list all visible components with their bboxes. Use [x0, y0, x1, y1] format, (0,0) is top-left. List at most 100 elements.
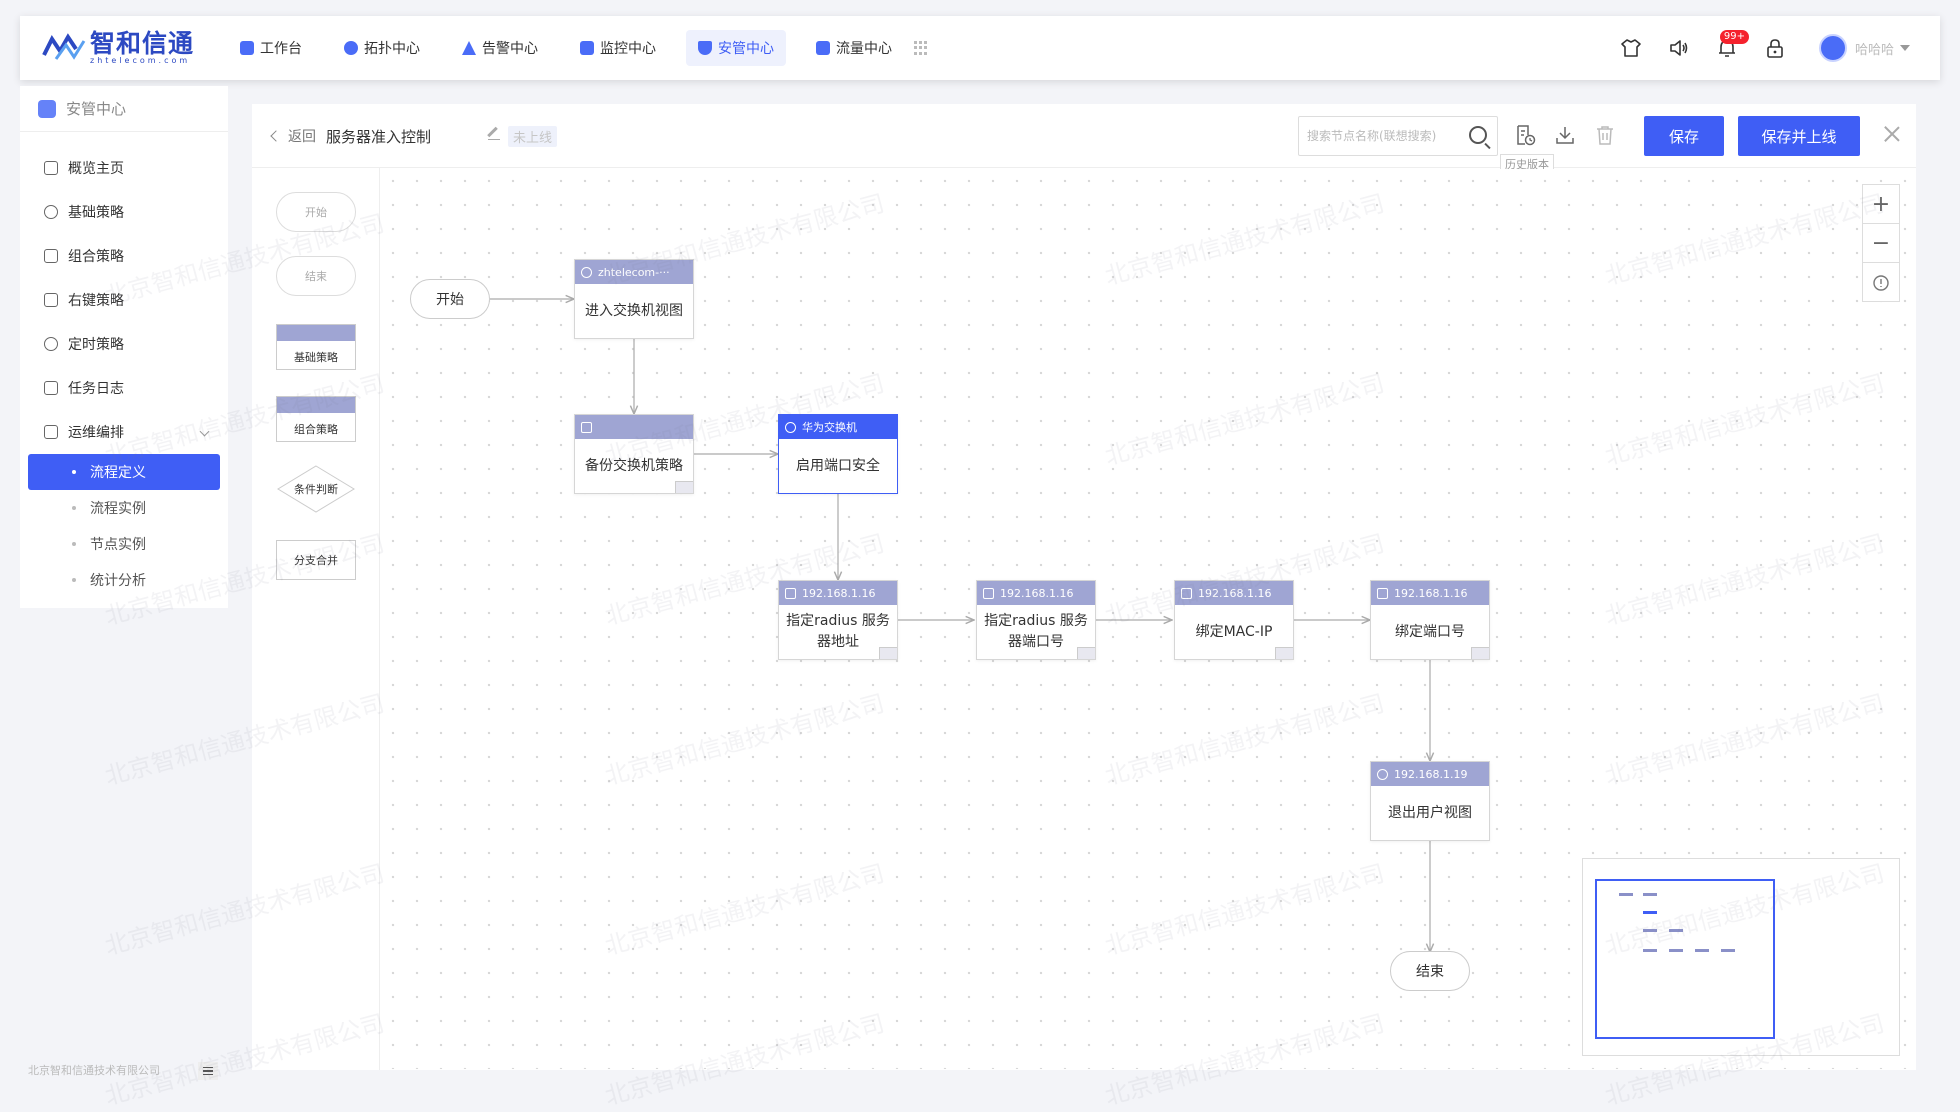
sidebar-item-task-log[interactable]: 任务日志: [20, 366, 228, 410]
node-corner: [1471, 647, 1489, 659]
palette-condition[interactable]: 条件判断: [276, 464, 356, 514]
flow-node[interactable]: 备份交换机策略: [574, 414, 694, 494]
flow-node[interactable]: zhtelecom-··· 进入交换机视图: [574, 259, 694, 339]
sidebar-title: 安管中心: [66, 100, 127, 118]
status-badge: 未上线: [508, 126, 558, 147]
search-icon[interactable]: [1469, 126, 1487, 144]
logo-text: 智和信通: [90, 29, 195, 58]
node-head-label: 192.168.1.16: [802, 586, 876, 600]
chevron-left-icon: [270, 130, 282, 142]
nav-label: 工作台: [260, 41, 302, 57]
bullet-icon: [72, 506, 76, 510]
bell-icon[interactable]: 99+: [1709, 30, 1749, 66]
sidebar-item-basic-policy[interactable]: 基础策略: [20, 190, 228, 234]
sidebar-subitem-process-definition[interactable]: 流程定义: [28, 454, 220, 490]
flow-node[interactable]: 192.168.1.16 指定radius 服务器地址: [778, 580, 898, 660]
sidebar-item-combo-policy[interactable]: 组合策略: [20, 234, 228, 278]
search-input[interactable]: [1307, 129, 1467, 143]
save-and-publish-button[interactable]: 保存并上线: [1738, 116, 1860, 156]
nav-label: 流量中心: [836, 41, 892, 57]
clock-icon: [44, 337, 58, 351]
sidebar-item-label: 运维编排: [68, 425, 124, 441]
node-head-label: 192.168.1.16: [1198, 586, 1272, 600]
sidebar-subitem-statistics[interactable]: 统计分析: [28, 562, 220, 598]
close-icon[interactable]: [1882, 124, 1902, 144]
sidebar-item-right-click-policy[interactable]: 右键策略: [20, 278, 228, 322]
zoom-in-icon[interactable]: +: [1863, 185, 1899, 224]
grid-icon: [1181, 587, 1192, 599]
grid-icon: [983, 587, 994, 599]
node-label: 启用端口安全: [796, 457, 880, 474]
gear-icon: [277, 325, 355, 341]
chevron-down-icon: [199, 426, 210, 437]
palette-start[interactable]: 开始: [276, 192, 356, 232]
zoom-controls: + −: [1862, 184, 1900, 302]
download-icon[interactable]: [1554, 124, 1576, 146]
user-menu[interactable]: 哈哈哈: [1818, 34, 1910, 62]
username: 哈哈哈: [1854, 42, 1894, 58]
node-corner: [1275, 647, 1293, 659]
logo[interactable]: 智和信通 zhtelecom.com: [42, 30, 194, 66]
flow-node-selected[interactable]: 华为交换机 启用端口安全: [778, 414, 898, 494]
shield-icon: [698, 41, 712, 55]
flow-end-node[interactable]: 结束: [1390, 951, 1470, 991]
node-palette: 开始 结束 基础策略 组合策略 条件判断 分支合并: [252, 168, 380, 1070]
nav-label: 拓扑中心: [364, 41, 420, 57]
nav-monitor[interactable]: 监控中心: [568, 30, 668, 66]
pencil-icon[interactable]: [488, 128, 500, 140]
sidebar-item-orchestration[interactable]: 运维编排: [20, 410, 228, 454]
nav-alarm[interactable]: 告警中心: [450, 30, 550, 66]
trash-icon[interactable]: [1594, 124, 1616, 146]
palette-label: 组合策略: [294, 423, 338, 436]
palette-branch-merge[interactable]: 分支合并: [276, 540, 356, 580]
topology-icon: [344, 41, 358, 55]
minimap-node: [1643, 929, 1657, 932]
nav-label: 安管中心: [718, 41, 774, 57]
alarm-icon: [462, 41, 476, 55]
zoom-out-icon[interactable]: −: [1863, 224, 1899, 263]
minimap-node: [1643, 911, 1657, 914]
nav-security[interactable]: 安管中心: [686, 30, 786, 66]
grid-icon: [581, 421, 592, 433]
node-head-label: 192.168.1.16: [1000, 586, 1074, 600]
sidebar-item-overview[interactable]: 概览主页: [20, 146, 228, 190]
palette-combo-policy[interactable]: 组合策略: [276, 396, 356, 442]
shirt-icon[interactable]: [1613, 30, 1649, 66]
minimap-viewport[interactable]: [1595, 879, 1775, 1039]
sidebar-subitem-label: 流程实例: [90, 501, 146, 517]
fit-view-icon[interactable]: [1863, 263, 1899, 302]
flow-node[interactable]: 192.168.1.16 指定radius 服务器端口号: [976, 580, 1096, 660]
save-button[interactable]: 保存: [1644, 116, 1724, 156]
minimap-node: [1721, 949, 1735, 952]
apps-grid-icon[interactable]: [914, 41, 928, 55]
nav-label: 监控中心: [600, 41, 656, 57]
sidebar-subitem-node-instance[interactable]: 节点实例: [28, 526, 220, 562]
flow-start-node[interactable]: 开始: [410, 279, 490, 319]
nav-workbench[interactable]: 工作台: [228, 30, 314, 66]
grid-icon: [785, 587, 796, 599]
node-head-label: 192.168.1.16: [1394, 586, 1468, 600]
nav-traffic[interactable]: 流量中心: [804, 30, 904, 66]
nav-topology[interactable]: 拓扑中心: [332, 30, 432, 66]
node-search: [1298, 116, 1498, 156]
top-navbar: 智和信通 zhtelecom.com 工作台 拓扑中心 告警中心 监控中心 安管…: [20, 16, 1940, 80]
monitor-icon: [580, 41, 594, 55]
palette-end[interactable]: 结束: [276, 256, 356, 296]
flow-node[interactable]: 192.168.1.16 绑定端口号: [1370, 580, 1490, 660]
bullet-icon: [72, 542, 76, 546]
lock-icon[interactable]: [1757, 30, 1793, 66]
header-actions: 99+ 哈哈哈: [1601, 30, 1910, 66]
sidebar-subitem-label: 流程定义: [90, 465, 146, 481]
history-icon[interactable]: [1514, 124, 1536, 146]
back-button[interactable]: 返回: [270, 126, 316, 146]
sidebar-item-scheduled-policy[interactable]: 定时策略: [20, 322, 228, 366]
gear-icon: [44, 205, 58, 219]
flow-node[interactable]: 192.168.1.19 退出用户视图: [1370, 761, 1490, 841]
collapse-sidebar-icon[interactable]: [198, 1062, 218, 1080]
flow-node[interactable]: 192.168.1.16 绑定MAC-IP: [1174, 580, 1294, 660]
sidebar-subitem-process-instance[interactable]: 流程实例: [28, 490, 220, 526]
node-head-label: 192.168.1.19: [1394, 767, 1468, 781]
speaker-icon[interactable]: [1661, 30, 1697, 66]
minimap[interactable]: [1582, 858, 1900, 1056]
palette-basic-policy[interactable]: 基础策略: [276, 324, 356, 370]
